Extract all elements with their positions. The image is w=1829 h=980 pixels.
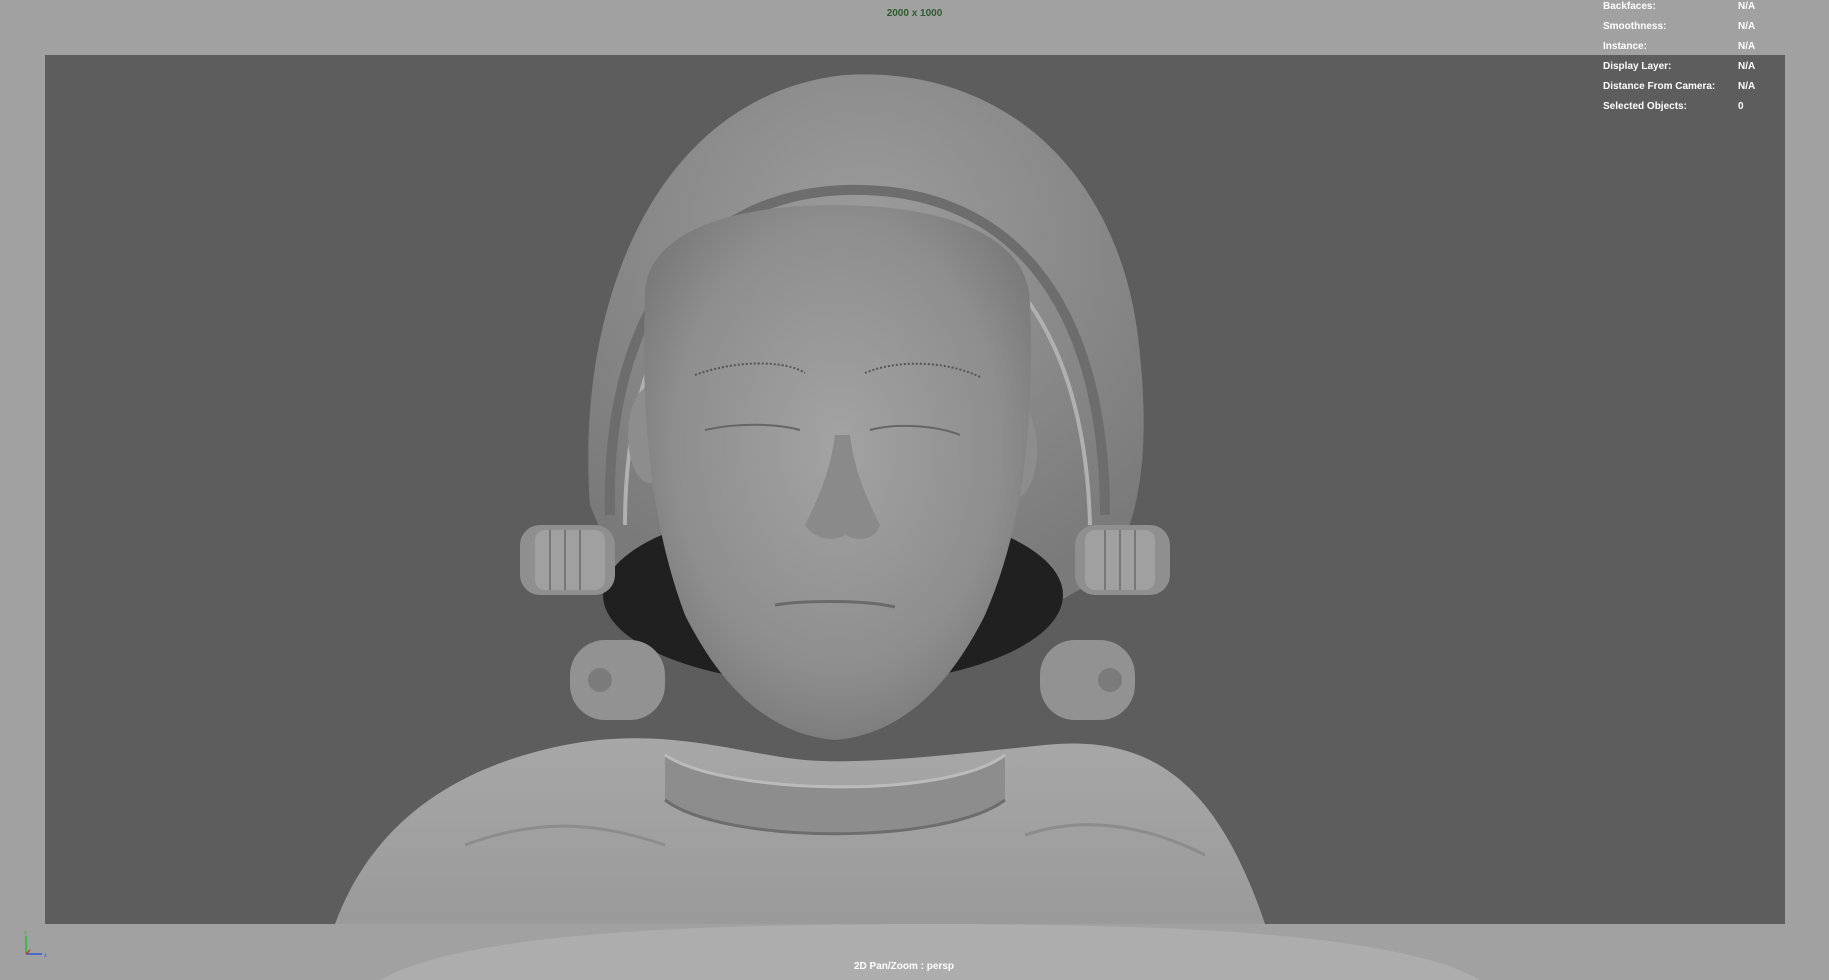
hud-key: Display Layer: — [1603, 61, 1672, 72]
hud-value: N/A — [1738, 41, 1756, 52]
maya-viewport[interactable]: 2000 x 1000 Backfaces: N/A Smoothness: N… — [0, 0, 1829, 980]
hud-value: 0 — [1738, 101, 1744, 112]
hud-key: Distance From Camera: — [1603, 81, 1716, 92]
hud-value: N/A — [1738, 81, 1756, 92]
resolution-gate — [45, 55, 1785, 924]
hud-row-selected-objects: Selected Objects: 0 — [1603, 101, 1803, 121]
hud-value: N/A — [1738, 61, 1756, 72]
hud-row-backfaces: Backfaces: N/A — [1603, 1, 1803, 21]
hud-key: Selected Objects: — [1603, 101, 1687, 112]
hud-row-instance: Instance: N/A — [1603, 41, 1803, 61]
hud-row-smoothness: Smoothness: N/A — [1603, 21, 1803, 41]
camera-label: 2D Pan/Zoom : persp — [853, 961, 954, 972]
svg-text:y: y — [24, 930, 27, 936]
hud-value: N/A — [1738, 1, 1756, 12]
hud-value: N/A — [1738, 21, 1756, 32]
hud-row-distance-from-camera: Distance From Camera: N/A — [1603, 81, 1803, 101]
hud-key: Backfaces: — [1603, 1, 1656, 12]
hud-row-display-layer: Display Layer: N/A — [1603, 61, 1803, 81]
resolution-label: 2000 x 1000 — [886, 8, 943, 19]
heads-up-display: Backfaces: N/A Smoothness: N/A Instance:… — [1603, 1, 1803, 121]
svg-text:z: z — [44, 953, 47, 959]
hud-key: Smoothness: — [1603, 21, 1667, 32]
hud-key: Instance: — [1603, 41, 1647, 52]
astronaut-model-render[interactable] — [45, 55, 1785, 924]
view-axis-icon: y z — [24, 930, 47, 959]
